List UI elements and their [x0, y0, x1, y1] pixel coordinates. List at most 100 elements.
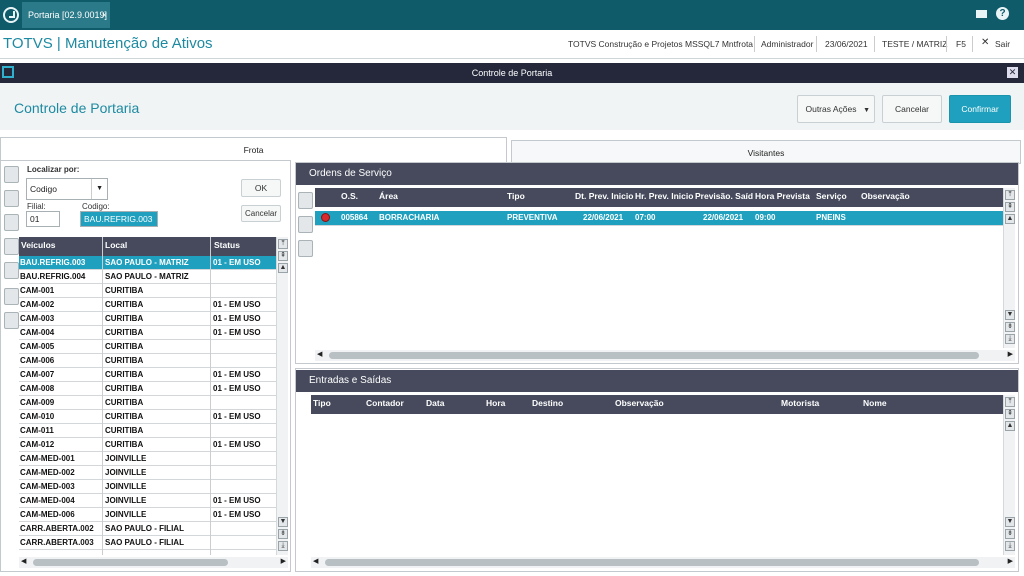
table-row[interactable]: CAM-MED-004 JOINVILLE 01 - EM USO	[19, 494, 276, 508]
tab-visitantes[interactable]: Visitantes	[511, 140, 1021, 164]
scroll-left-icon[interactable]: ◀	[313, 557, 318, 565]
scroll-page-up-icon[interactable]: ⇞	[1005, 202, 1015, 212]
scroll-bottom-icon[interactable]: ⤓	[1005, 334, 1015, 344]
confirm-button[interactable]: Confirmar	[949, 95, 1011, 123]
table-row[interactable]: BAU.REFRIG.004 SAO PAULO - MATRIZ	[19, 270, 276, 284]
col-veiculos[interactable]: Veículos	[21, 240, 56, 250]
table-row[interactable]: CAM-004 CURITIBA 01 - EM USO	[19, 326, 276, 340]
modal-close-icon[interactable]: ✕	[1007, 67, 1018, 78]
exit-label[interactable]: Sair	[995, 39, 1010, 49]
list-icon[interactable]	[298, 240, 313, 257]
col-observacao[interactable]: Observação	[615, 398, 664, 408]
scroll-right-icon[interactable]: ▶	[1008, 350, 1013, 358]
scroll-top-icon[interactable]: ⤒	[1005, 397, 1015, 407]
exit-icon[interactable]: ✕	[981, 37, 989, 48]
scroll-down-icon[interactable]: ▼	[1005, 310, 1015, 320]
col-hora-prevista[interactable]: Hora Prevista	[755, 191, 810, 201]
mail-icon[interactable]	[976, 10, 987, 18]
scroll-bottom-icon[interactable]: ⤓	[1005, 541, 1015, 551]
scroll-page-down-icon[interactable]: ⇟	[278, 529, 288, 539]
help-icon[interactable]: ?	[996, 7, 1009, 20]
scroll-left-icon[interactable]: ◀	[317, 350, 322, 358]
vehicles-vertical-scrollbar[interactable]: ⤒ ⇞ ▲ ▼ ⇟ ⤓	[276, 237, 288, 555]
scroll-up-icon[interactable]: ▲	[1005, 421, 1015, 431]
cancel-button[interactable]: Cancelar	[882, 95, 942, 123]
document-icon[interactable]	[298, 216, 313, 233]
table-row[interactable]: CAM-009 CURITIBA	[19, 396, 276, 410]
table-row[interactable]: CAM-MED-006 JOINVILLE 01 - EM USO	[19, 508, 276, 522]
scroll-right-icon[interactable]: ▶	[1008, 557, 1013, 565]
col-status[interactable]: Status	[214, 240, 240, 250]
outras-acoes-button[interactable]: Outras Ações ▼	[797, 95, 875, 123]
ordens-row[interactable]: 005864 BORRACHARIA PREVENTIVA 22/06/2021…	[315, 211, 1003, 226]
col-area[interactable]: Área	[379, 191, 398, 201]
scroll-thumb[interactable]	[329, 352, 979, 359]
col-motorista[interactable]: Motorista	[781, 398, 819, 408]
tab-portaria[interactable]: Portaria [02.9.0019] ×	[22, 2, 110, 28]
table-row[interactable]: BAU.REFRIG.003 SAO PAULO - MATRIZ 01 - EM …	[19, 256, 276, 270]
col-destino[interactable]: Destino	[532, 398, 563, 408]
scroll-down-icon[interactable]: ▼	[278, 517, 288, 527]
col-contador[interactable]: Contador	[366, 398, 404, 408]
col-nome[interactable]: Nome	[863, 398, 887, 408]
codigo-field[interactable]: BAU.REFRIG.003	[80, 211, 158, 227]
col-hr-prev-inicio[interactable]: Hr. Prev. Inicio	[635, 191, 693, 201]
scroll-page-up-icon[interactable]: ⇞	[1005, 409, 1015, 419]
ordens-vertical-scrollbar[interactable]: ⤒ ⇞ ▲ ▼ ⇟ ⤓	[1003, 188, 1015, 348]
tools-icon[interactable]	[4, 312, 19, 329]
scroll-page-down-icon[interactable]: ⇟	[1005, 322, 1015, 332]
filial-field[interactable]: 01	[26, 211, 60, 227]
localizar-select[interactable]: Codigo ▼	[26, 178, 108, 200]
table-row[interactable]: CARR.ABERTA.002 SAO PAULO - FILIAL	[19, 522, 276, 536]
col-local[interactable]: Local	[105, 240, 127, 250]
document-icon[interactable]	[4, 214, 19, 231]
scroll-up-icon[interactable]: ▲	[1005, 214, 1015, 224]
vehicles-horizontal-scrollbar[interactable]: ◀ ▶	[19, 557, 288, 568]
home-icon[interactable]	[3, 7, 19, 23]
scroll-page-up-icon[interactable]: ⇞	[278, 251, 288, 261]
gear-icon[interactable]	[4, 262, 19, 279]
col-previsao-saida[interactable]: Previsão. Saíd	[695, 191, 753, 201]
entradas-vertical-scrollbar[interactable]: ⤒ ⇞ ▲ ▼ ⇟ ⤓	[1003, 395, 1015, 555]
col-data[interactable]: Data	[426, 398, 444, 408]
table-row[interactable]: CAM-002 CURITIBA 01 - EM USO	[19, 298, 276, 312]
table-row[interactable]: CAM-MED-002 JOINVILLE	[19, 466, 276, 480]
scroll-up-icon[interactable]: ▲	[278, 263, 288, 273]
tab-close-icon[interactable]: ×	[102, 2, 107, 28]
table-row[interactable]: CAM-008 CURITIBA 01 - EM USO	[19, 382, 276, 396]
col-servico[interactable]: Serviço	[816, 191, 847, 201]
scroll-thumb[interactable]	[33, 559, 228, 566]
entradas-horizontal-scrollbar[interactable]: ◀ ▶	[311, 557, 1015, 568]
filter-icon[interactable]	[4, 288, 19, 305]
search-cancel-button[interactable]: Cancelar	[241, 205, 281, 222]
col-observacao[interactable]: Observação	[861, 191, 910, 201]
scroll-left-icon[interactable]: ◀	[21, 557, 26, 565]
col-tipo[interactable]: Tipo	[313, 398, 331, 408]
truck-icon[interactable]	[4, 166, 19, 183]
scroll-right-icon[interactable]: ▶	[281, 557, 286, 565]
col-tipo[interactable]: Tipo	[507, 191, 525, 201]
scroll-bottom-icon[interactable]: ⤓	[278, 541, 288, 551]
scroll-top-icon[interactable]: ⤒	[1005, 190, 1015, 200]
table-row[interactable]: CAM-MED-003 JOINVILLE	[19, 480, 276, 494]
col-hora[interactable]: Hora	[486, 398, 505, 408]
table-row[interactable]: CAM-007 CURITIBA 01 - EM USO	[19, 368, 276, 382]
table-row[interactable]: CAM-005 CURITIBA	[19, 340, 276, 354]
col-dt-prev-inicio[interactable]: Dt. Prev. Inicio	[575, 191, 633, 201]
table-row[interactable]: CAM-006 CURITIBA	[19, 354, 276, 368]
scroll-top-icon[interactable]: ⤒	[278, 239, 288, 249]
table-row[interactable]: CAM-010 CURITIBA 01 - EM USO	[19, 410, 276, 424]
table-row[interactable]: CARR.ABERTA.003 SAO PAULO - FILIAL	[19, 536, 276, 550]
search-icon[interactable]	[4, 238, 19, 255]
table-row[interactable]: CAM-003 CURITIBA 01 - EM USO	[19, 312, 276, 326]
tab-frota[interactable]: Frota	[0, 137, 507, 162]
scroll-page-down-icon[interactable]: ⇟	[1005, 529, 1015, 539]
truck-return-icon[interactable]	[4, 190, 19, 207]
col-os[interactable]: O.S.	[341, 191, 358, 201]
ordens-horizontal-scrollbar[interactable]: ◀ ▶	[315, 350, 1015, 361]
scroll-thumb[interactable]	[325, 559, 979, 566]
table-row[interactable]: CAM-011 CURITIBA	[19, 424, 276, 438]
scroll-down-icon[interactable]: ▼	[1005, 517, 1015, 527]
truck-icon[interactable]	[298, 192, 313, 209]
table-row[interactable]: CAM-MED-001 JOINVILLE	[19, 452, 276, 466]
